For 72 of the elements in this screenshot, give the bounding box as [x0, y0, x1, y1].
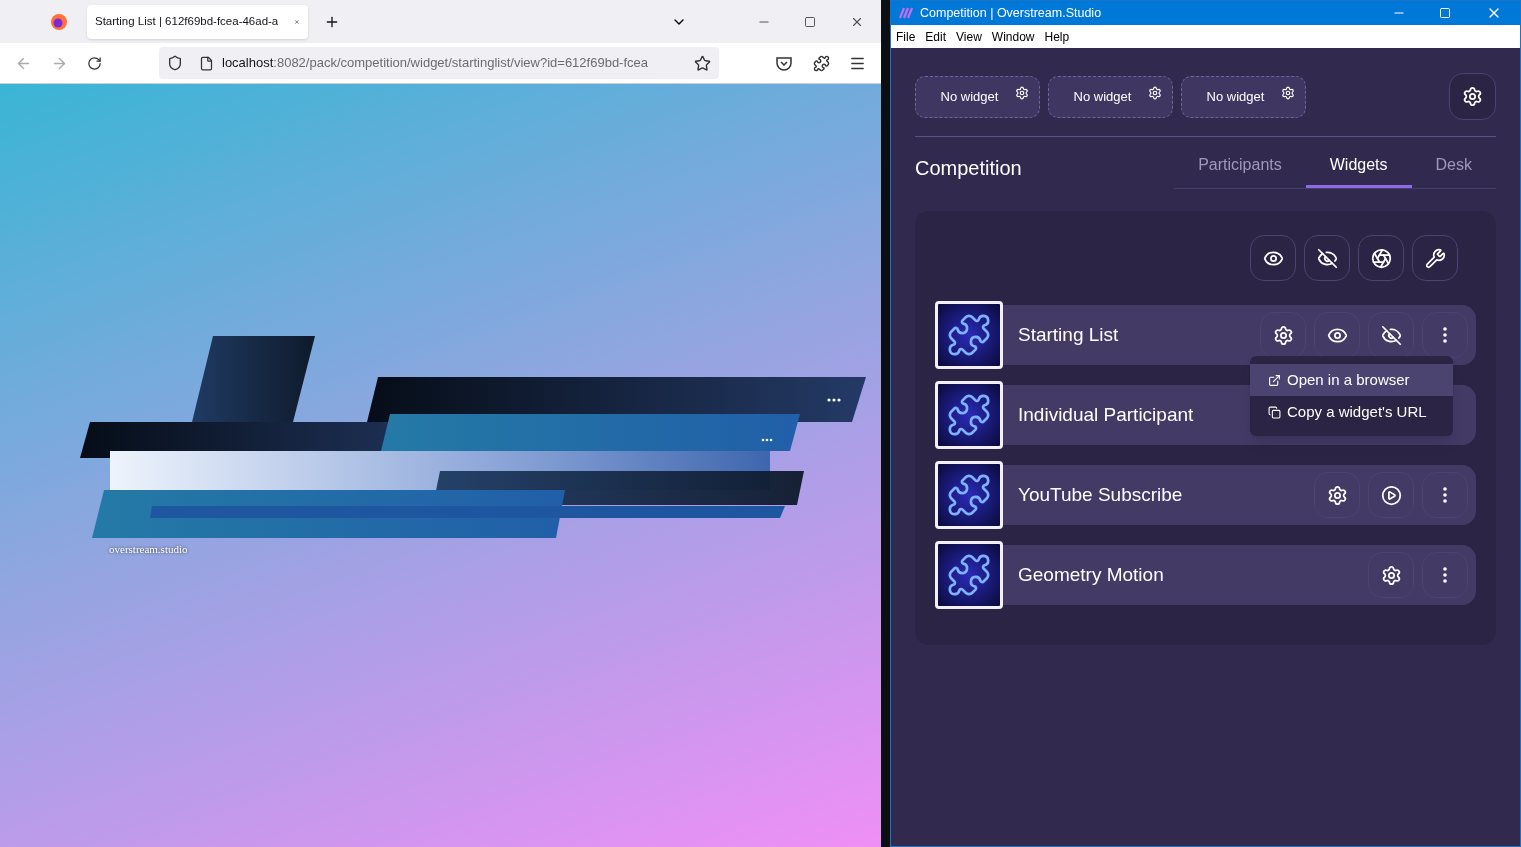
widget-slot[interactable]: No widget	[1048, 75, 1173, 118]
obs-button[interactable]	[1358, 235, 1404, 281]
external-link-icon	[1268, 373, 1281, 387]
watermark-text: overstream.studio	[109, 542, 188, 557]
tools-button[interactable]	[1412, 235, 1458, 281]
widget-name: YouTube Subscribe	[1018, 482, 1183, 507]
menu-option[interactable]: Copy a widget's URL	[1250, 396, 1453, 428]
widget-row[interactable]: Starting List	[1001, 305, 1476, 365]
slot-label: No widget	[1206, 87, 1265, 106]
puzzle-icon	[946, 552, 992, 598]
widget-name: Individual Participant	[1018, 402, 1194, 427]
section-heading: Competition	[915, 156, 1023, 181]
star-icon[interactable]	[694, 54, 711, 72]
menu-item[interactable]: File	[896, 27, 916, 46]
widget-name: Starting List	[1018, 322, 1119, 347]
pocket-icon[interactable]	[776, 55, 792, 71]
settings-icon	[1272, 324, 1294, 346]
settings-icon	[1380, 564, 1402, 586]
hide-button[interactable]	[1304, 235, 1350, 281]
maximize-icon[interactable]	[804, 15, 816, 28]
address-field[interactable]: localhost:8082/pack/competition/widget/startinglist/view?id=612f69bd-fcea	[159, 47, 719, 79]
menu-option[interactable]: Open in a browser	[1250, 364, 1453, 396]
ellipsis-icon[interactable]	[827, 398, 841, 402]
menu-item[interactable]: Edit	[925, 27, 947, 46]
url-host: localhost	[222, 54, 274, 73]
widget-name: Geometry Motion	[1018, 562, 1164, 587]
settings-button[interactable]	[1314, 472, 1360, 518]
puzzle-icon	[946, 312, 992, 358]
url-path: :8082/pack/competition/widget/startinglist/view?id=612f69bd-fcea	[273, 54, 648, 73]
slot-label: No widget	[1073, 87, 1132, 106]
play-icon	[1380, 484, 1402, 506]
more-icon	[1443, 567, 1447, 583]
widget-row[interactable]: YouTube Subscribe	[1001, 465, 1476, 525]
app-logo-icon	[899, 7, 915, 19]
tab[interactable]: Desk	[1411, 153, 1496, 188]
option-label: Copy a widget's URL	[1287, 401, 1427, 422]
extensions-icon[interactable]	[813, 54, 830, 72]
tab[interactable]: Widgets	[1305, 153, 1412, 188]
widget-row[interactable]: Geometry Motion	[1001, 545, 1476, 605]
menu-item[interactable]: View	[956, 27, 982, 46]
window-title: Competition | Overstream.Studio	[920, 4, 1103, 22]
tab-title: Starting List | 612f69bd-fcea-46ad-a	[95, 13, 279, 29]
tab[interactable]: Participants	[1174, 153, 1306, 188]
browser-logo-icon[interactable]	[49, 12, 68, 31]
settings-button[interactable]	[1449, 73, 1496, 120]
show-button[interactable]	[1250, 235, 1296, 281]
copy-icon	[1268, 405, 1281, 419]
reload-icon[interactable]	[87, 55, 102, 71]
settings-icon[interactable]	[1281, 85, 1295, 100]
settings-icon	[1462, 86, 1483, 107]
settings-icon[interactable]	[1148, 85, 1162, 100]
slot-label: No widget	[940, 87, 999, 106]
aperture-icon	[1370, 247, 1392, 269]
widget-slot[interactable]: No widget	[1181, 75, 1306, 118]
settings-button[interactable]	[1368, 552, 1414, 598]
shield-icon[interactable]	[167, 55, 183, 71]
settings-icon[interactable]	[1015, 85, 1029, 100]
menu-item[interactable]: Help	[1044, 27, 1070, 46]
eye-off-icon	[1316, 247, 1338, 269]
wrench-icon	[1424, 247, 1446, 269]
file-icon	[199, 55, 214, 71]
settings-icon	[1326, 484, 1348, 506]
ellipsis-icon[interactable]	[761, 438, 773, 442]
more-icon	[1443, 487, 1447, 503]
browser-tab[interactable]: Starting List | 612f69bd-fcea-46ad-a	[87, 4, 308, 39]
more-icon	[1443, 327, 1447, 343]
menu-item[interactable]: Window	[991, 27, 1035, 46]
eye-off-icon	[1380, 324, 1402, 346]
play-button[interactable]	[1368, 472, 1414, 518]
puzzle-icon	[946, 472, 992, 518]
widget-slot[interactable]: No widget	[915, 75, 1040, 118]
puzzle-icon	[946, 392, 992, 438]
